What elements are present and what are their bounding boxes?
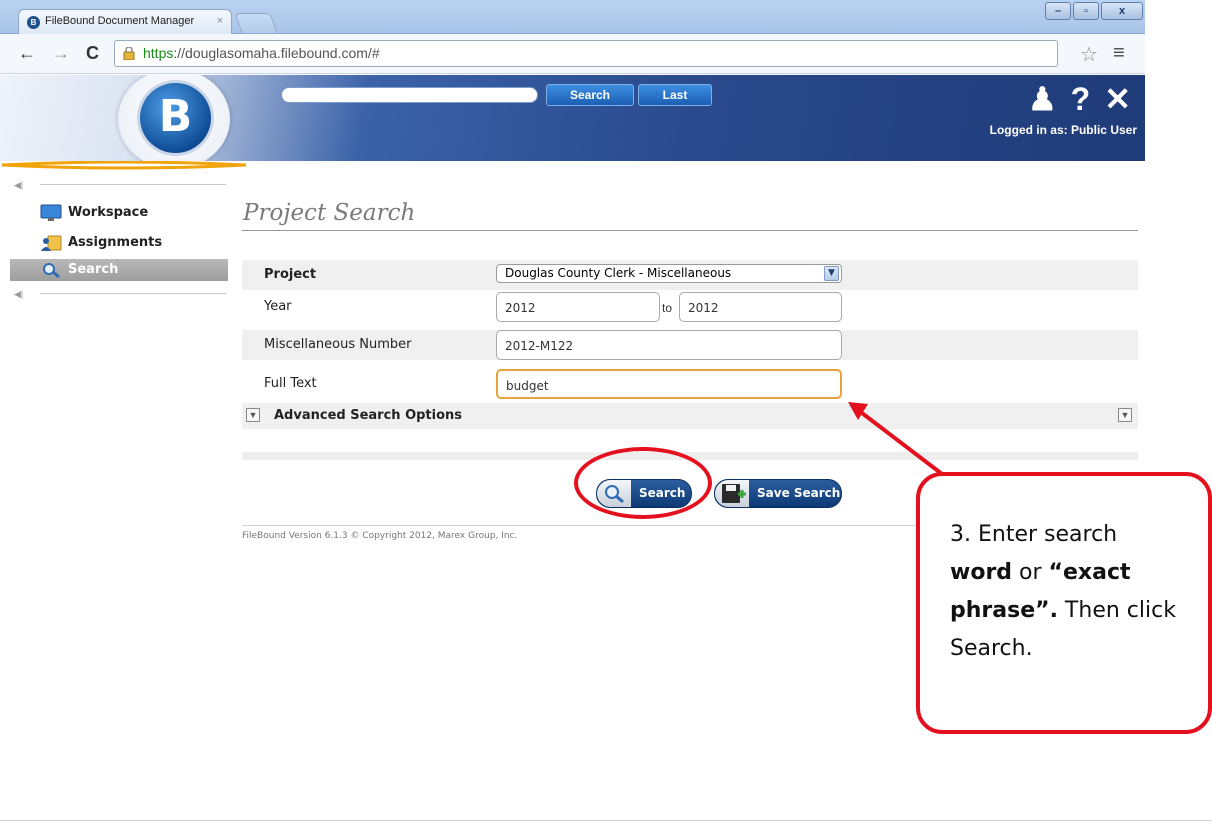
monitor-icon [40,204,62,221]
full-text-row: Full Text budget [242,369,1138,399]
save-search-button-label: Save Search [757,486,841,500]
project-select[interactable]: Douglas County Clerk - Miscellaneous ▼ [496,264,842,283]
back-arrow-icon[interactable]: ← [18,43,36,63]
callout-line-3: phrase”. Then click [950,592,1208,630]
sidebar-item-label: Search [68,262,119,277]
filebound-favicon-icon: B [27,16,40,29]
url-text: ://douglasomaha.filebound.com/# [173,45,380,61]
misc-number-input[interactable]: 2012-M122 [496,330,842,360]
browser-toolbar: ← → C https://douglasomaha.filebound.com… [0,34,1145,74]
restore-button[interactable]: ▫ [1073,2,1099,20]
project-row: Project Douglas County Clerk - Miscellan… [242,260,1138,290]
header-icons: ♟ ? ✕ [1028,80,1131,118]
button-icon-cap [715,480,749,507]
url-scheme: https [143,45,174,61]
expand-icon[interactable]: ▼ [1118,408,1132,422]
new-tab-button[interactable] [234,13,278,33]
browser-menu-icon[interactable]: ≡ [1113,42,1125,65]
expand-icon[interactable]: ▼ [246,408,260,422]
callout-then: Then click [1057,598,1176,623]
header-last-button[interactable]: Last [638,84,712,106]
sidebar-collapse-icon[interactable]: ◀| [14,289,23,300]
page-bottom-rule [0,820,1212,821]
save-disk-icon [722,484,746,503]
sidebar-divider [40,293,226,294]
year-to-label: to [662,301,673,315]
logout-close-icon[interactable]: ✕ [1104,80,1131,118]
advanced-options-label: Advanced Search Options [274,408,463,423]
app-header: B Search Last ♟ ? ✕ Logged in as: Public… [0,75,1145,161]
sidebar-divider [40,184,226,185]
window-close-button[interactable]: x [1101,2,1143,20]
logged-in-status: Logged in as: Public User [989,123,1137,137]
magnifier-icon [43,263,60,279]
year-from-input[interactable]: 2012 [496,292,660,322]
project-select-value: Douglas County Clerk - Miscellaneous [505,266,732,280]
header-swoosh [1,161,247,170]
user-icon[interactable]: ♟ [1028,80,1057,118]
project-label: Project [264,267,317,282]
header-search-input[interactable] [281,87,538,103]
browser-tabstrip: B FileBound Document Manager × – ▫ x [0,0,1145,35]
chevron-down-icon[interactable]: ▼ [824,266,839,281]
callout-line-2: word or “exact [950,554,1208,592]
bookmark-star-icon[interactable]: ☆ [1080,42,1098,67]
sidebar-collapse-icon[interactable]: ◀| [14,180,23,191]
full-text-input[interactable]: budget [496,369,842,399]
callout-exact: “exact [1048,560,1131,585]
assignments-icon [41,235,62,251]
misc-number-label: Miscellaneous Number [264,337,412,352]
callout-or: or [1012,560,1049,585]
misc-number-row: Miscellaneous Number 2012-M122 [242,330,1138,360]
minimize-button[interactable]: – [1045,2,1071,20]
callout-line-4: Search. [950,636,1033,661]
year-label: Year [264,299,292,314]
tab-close-icon[interactable]: × [217,15,223,27]
browser-tab[interactable]: B FileBound Document Manager × [18,9,232,35]
filebound-logo: B [137,80,214,156]
help-icon[interactable]: ? [1071,81,1091,118]
sidebar-item-label: Workspace [68,205,149,220]
lock-icon [123,47,135,60]
sidebar-item-assignments[interactable]: Assignments [10,232,228,254]
callout-line-1: 3. Enter search [950,522,1118,547]
tab-title: FileBound Document Manager [45,15,195,27]
year-to-input[interactable]: 2012 [679,292,842,322]
sidebar-item-search[interactable]: Search [10,259,228,281]
advanced-options-row[interactable]: ▼ Advanced Search Options ▼ [242,403,1138,429]
callout-phrase: phrase”. [950,598,1058,623]
page: B FileBound Document Manager × – ▫ x ← →… [0,0,1212,823]
page-title: Project Search [243,200,416,226]
save-search-button[interactable]: Save Search [714,479,842,508]
instruction-callout: 3. Enter search word or “exact phrase”. … [916,472,1212,734]
title-divider [242,230,1138,231]
forward-arrow-icon[interactable]: → [52,43,70,63]
highlight-ring [574,447,712,519]
address-bar[interactable]: https://douglasomaha.filebound.com/# [114,40,1058,67]
version-footer: FileBound Version 6.1.3 © Copyright 2012… [242,531,518,541]
full-text-label: Full Text [264,376,317,391]
year-row: Year 2012 to 2012 [242,292,1138,322]
sidebar-item-label: Assignments [68,235,163,250]
header-search-button[interactable]: Search [546,84,634,106]
sidebar-item-workspace[interactable]: Workspace [10,202,228,224]
callout-word: word [950,560,1013,585]
reload-icon[interactable]: C [86,43,99,63]
window-controls: – ▫ x [1045,2,1143,20]
